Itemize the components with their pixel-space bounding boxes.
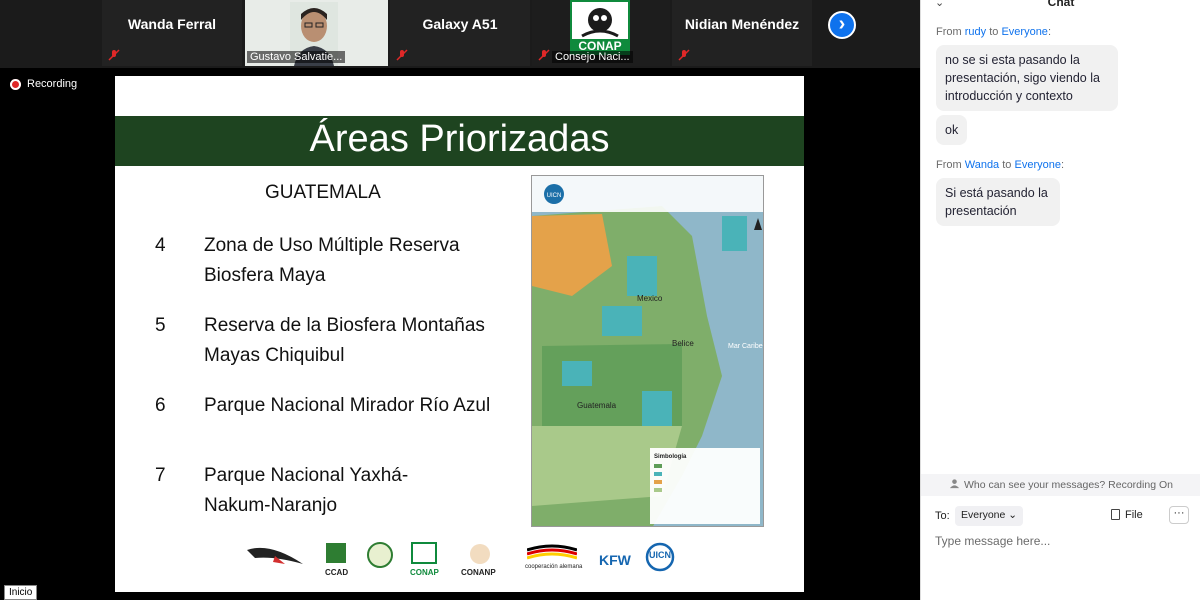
chat-header: ⌄ Chat: [921, 0, 1200, 12]
muted-mic-icon: [108, 49, 120, 61]
map-label: Guatemala: [577, 401, 617, 410]
more-options-button[interactable]: ···: [1169, 506, 1189, 524]
participant-name: Nidian Menéndez: [684, 16, 800, 32]
area-number: 4: [155, 235, 166, 256]
ccad-logo-icon: [326, 543, 346, 563]
seal-logo-icon: [367, 542, 393, 568]
map-image: UICN Mexico Belice Guatemala Mar Caribe …: [532, 176, 763, 526]
chat-message[interactable]: Si está pasando la presentación: [936, 178, 1060, 226]
sender-name[interactable]: Wanda: [965, 159, 999, 171]
area-number: 7: [155, 465, 166, 486]
slide-title-bar: Áreas Priorizadas: [115, 116, 804, 166]
participant-tile-gustavo[interactable]: Gustavo Salvatie...: [245, 0, 388, 66]
logo-label: KFW: [599, 552, 631, 568]
next-participants-button[interactable]: ›: [828, 11, 856, 39]
area-name: Parque Nacional Mirador Río Azul: [204, 395, 491, 416]
area-name: Reserva de la Biosfera Montañas Mayas Ch…: [204, 315, 485, 366]
area-name: Zona de Uso Múltiple Reserva Biosfera Ma…: [204, 235, 460, 286]
visibility-notice[interactable]: Who can see your messages? Recording On: [921, 474, 1200, 496]
recipient-name[interactable]: Everyone: [1001, 26, 1047, 38]
conap-small-logo-icon: [411, 542, 437, 564]
participant-tile-nidian[interactable]: Nidian Menéndez: [672, 0, 812, 66]
recipient-dropdown[interactable]: Everyone ⌄: [955, 506, 1024, 526]
slide-title: Áreas Priorizadas: [309, 118, 610, 160]
chat-panel: ⌄ Chat From rudy to Everyone: no se si e…: [920, 0, 1200, 600]
muted-mic-icon: [396, 49, 408, 61]
recording-indicator: Recording: [10, 78, 77, 90]
area-number: 5: [155, 315, 166, 336]
file-button[interactable]: File: [1111, 509, 1143, 521]
participant-strip: Wanda Ferral Gustavo Salvatie... Galaxy …: [0, 0, 920, 68]
participant-tile-wanda[interactable]: Wanda Ferral: [102, 0, 242, 66]
participant-tile-conap[interactable]: CONAP Consejo Naci...: [532, 0, 670, 66]
map-label: Mar Caribe: [728, 343, 763, 350]
people-icon: [949, 479, 960, 489]
shared-slide: Áreas Priorizadas GUATEMALA 4 Zona de Us…: [115, 76, 804, 592]
logo-label: CCAD: [325, 568, 349, 577]
file-icon: [1111, 509, 1120, 520]
conap-logo: CONAP: [570, 0, 630, 55]
german-flag-icon: [527, 544, 577, 560]
start-button[interactable]: Inicio: [4, 585, 38, 600]
logo-label: UICN: [649, 550, 671, 560]
area-name: Parque Nacional Yaxhá-Nakum-Naranjo: [204, 465, 409, 516]
muted-mic-icon: [538, 49, 550, 61]
to-label: To:: [935, 510, 950, 522]
map-label: Belice: [672, 339, 694, 348]
participant-name: Wanda Ferral: [127, 16, 217, 32]
chat-message[interactable]: ok: [936, 115, 968, 145]
meeting-area: Wanda Ferral Gustavo Salvatie... Galaxy …: [0, 0, 920, 600]
recording-label: Recording: [27, 78, 78, 90]
logo-label: CONANP: [461, 568, 496, 577]
message-sender-line: From rudy to Everyone:: [936, 26, 1051, 38]
recipient-row: To: Everyone ⌄ File ···: [935, 506, 1193, 528]
priority-areas-map: UICN Mexico Belice Guatemala Mar Caribe …: [531, 175, 764, 527]
message-sender-line: From Wanda to Everyone:: [936, 159, 1065, 171]
chat-title: Chat: [1047, 0, 1075, 9]
message-input[interactable]: [935, 530, 1185, 552]
participant-tile-galaxy[interactable]: Galaxy A51: [390, 0, 530, 66]
participant-name: Consejo Naci...: [552, 51, 633, 63]
monkey-logo-icon: [581, 8, 619, 38]
chat-message[interactable]: no se si esta pasando la presentación, s…: [936, 45, 1118, 111]
partner-logos: CCAD CONAP CONANP cooperación alemana KF…: [235, 536, 675, 584]
map-header: UICN: [547, 193, 562, 199]
logo-label: CONAP: [410, 568, 439, 577]
chevron-down-icon: ⌄: [1008, 509, 1018, 521]
slide-country: GUATEMALA: [265, 182, 381, 203]
participant-name: Galaxy A51: [422, 16, 498, 32]
recipient-name[interactable]: Everyone: [1015, 159, 1061, 171]
map-label: Mexico: [637, 294, 663, 303]
conanp-logo-icon: [470, 544, 490, 564]
muted-mic-icon: [678, 49, 690, 61]
participant-name: Gustavo Salvatie...: [247, 51, 346, 63]
map-legend-title: Simbología: [654, 454, 687, 460]
area-number: 6: [155, 395, 166, 416]
logo-label: cooperación alemana: [525, 564, 583, 570]
sender-name[interactable]: rudy: [965, 26, 986, 38]
bird-logo-icon: [247, 547, 303, 564]
recording-dot-icon: [10, 78, 21, 90]
